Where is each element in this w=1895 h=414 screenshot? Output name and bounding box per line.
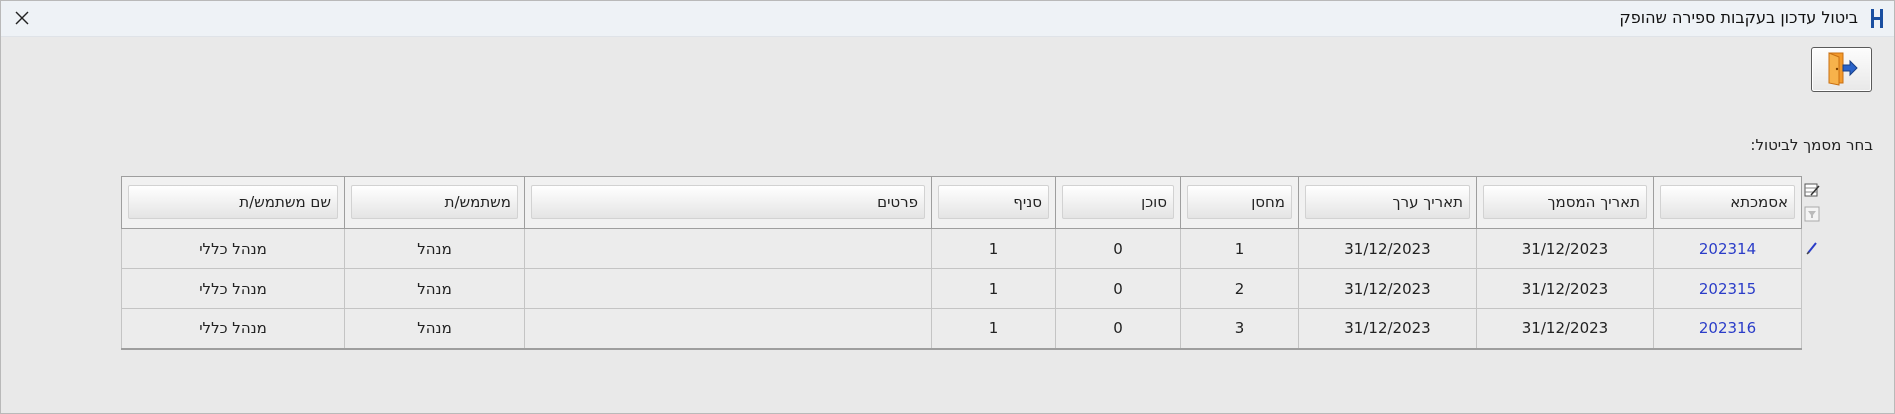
branch-cell: 1: [931, 268, 1056, 309]
document-date-cell: 31/12/2023: [1476, 228, 1654, 269]
close-icon: [15, 10, 29, 29]
grid-side-tools: [1804, 182, 1822, 262]
user-name-cell: מנהל כללי: [121, 268, 345, 309]
user-cell: מנהל: [344, 228, 525, 269]
branch-cell: 1: [931, 228, 1056, 269]
branch-cell: 1: [931, 308, 1056, 350]
details-cell: [524, 308, 932, 350]
col-header-document-date[interactable]: תאריך המסמך: [1476, 176, 1654, 229]
details-cell: [524, 228, 932, 269]
edit-grid-icon[interactable]: [1804, 182, 1820, 198]
document-date-cell: 31/12/2023: [1476, 308, 1654, 350]
user-cell: מנהל: [344, 308, 525, 350]
reference-link[interactable]: 202314: [1653, 228, 1802, 269]
warehouse-cell: 2: [1180, 268, 1299, 309]
col-header-agent[interactable]: סוכן: [1055, 176, 1181, 229]
details-cell: [524, 268, 932, 309]
agent-cell: 0: [1055, 268, 1181, 309]
close-button[interactable]: [9, 6, 35, 32]
grid-header-row: אסמכתא תאריך המסמך תאריך ערך מחסן סוכן ס…: [121, 176, 1802, 229]
pencil-icon[interactable]: [1804, 240, 1820, 256]
table-row[interactable]: 202315 31/12/2023 31/12/2023 2 0 1 מנהל …: [121, 268, 1802, 309]
col-header-reference[interactable]: אסמכתא: [1653, 176, 1802, 229]
reference-link[interactable]: 202316: [1653, 308, 1802, 350]
agent-cell: 0: [1055, 228, 1181, 269]
col-header-details[interactable]: פרטים: [524, 176, 932, 229]
exit-door-icon: [1825, 50, 1859, 90]
value-date-cell: 31/12/2023: [1298, 308, 1477, 350]
value-date-cell: 31/12/2023: [1298, 268, 1477, 309]
value-date-cell: 31/12/2023: [1298, 228, 1477, 269]
dialog-window: ביטול עדכון בעקבות ספירה שהופק בחר מסמך …: [0, 0, 1895, 414]
col-header-user[interactable]: משתמש/ת: [344, 176, 525, 229]
documents-grid: אסמכתא תאריך המסמך תאריך ערך מחסן סוכן ס…: [121, 176, 1802, 350]
warehouse-cell: 1: [1180, 228, 1299, 269]
h-logo-icon: [1870, 8, 1884, 29]
table-row[interactable]: 202314 31/12/2023 31/12/2023 1 0 1 מנהל …: [121, 228, 1802, 269]
filter-icon[interactable]: [1804, 206, 1820, 222]
warehouse-cell: 3: [1180, 308, 1299, 350]
table-row[interactable]: 202316 31/12/2023 31/12/2023 3 0 1 מנהל …: [121, 308, 1802, 350]
reference-link[interactable]: 202315: [1653, 268, 1802, 309]
agent-cell: 0: [1055, 308, 1181, 350]
col-header-branch[interactable]: סניף: [931, 176, 1056, 229]
col-header-value-date[interactable]: תאריך ערך: [1298, 176, 1477, 229]
title-bar: ביטול עדכון בעקבות ספירה שהופק: [1, 1, 1894, 37]
col-header-user-name[interactable]: שם משתמש/ת: [121, 176, 345, 229]
document-date-cell: 31/12/2023: [1476, 268, 1654, 309]
exit-button[interactable]: [1811, 47, 1872, 92]
user-cell: מנהל: [344, 268, 525, 309]
select-document-label: בחר מסמך לביטול:: [1750, 136, 1873, 154]
col-header-warehouse[interactable]: מחסן: [1180, 176, 1299, 229]
user-name-cell: מנהל כללי: [121, 228, 345, 269]
user-name-cell: מנהל כללי: [121, 308, 345, 350]
window-title: ביטול עדכון בעקבות ספירה שהופק: [1619, 8, 1858, 27]
